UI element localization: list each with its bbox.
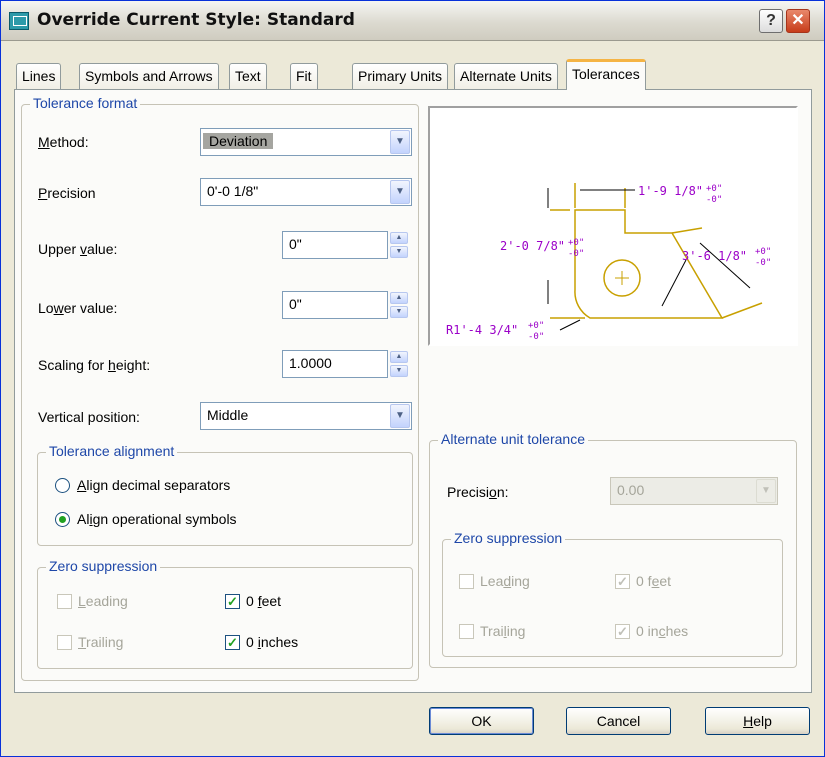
scaling-input[interactable]: 1.0000 [282,350,388,378]
dimension-label-1: 1'-9 1/8" [638,184,703,198]
tolerance-minus: -0" [755,258,771,268]
alt-trailing-checkbox[interactable] [459,624,474,639]
lower-value-input[interactable]: 0" [282,291,388,319]
tab-text[interactable]: Text [229,63,267,89]
tab-tolerances[interactable]: Tolerances [566,59,646,90]
dimension-label-3: 3'-6 1/8" [682,249,747,263]
vertical-position-label: Vertical position: [38,409,140,425]
help-icon[interactable]: ? [759,9,783,33]
precision-select[interactable]: 0'-0 1/8" ▼ [200,178,412,206]
cancel-button[interactable]: Cancel [566,707,671,735]
group-title: Tolerance format [30,95,141,111]
spin-up-icon[interactable]: ▲ [390,351,408,363]
tolerance-minus: -0" [528,332,544,342]
tolerance-plus: +0" [568,238,584,248]
dimension-label-2: 2'-0 7/8" [500,239,565,253]
group-title: Zero suppression [451,530,566,546]
group-title: Zero suppression [46,558,161,574]
tolerance-plus: +0" [706,184,722,194]
dimension-label-4: R1'-4 3/4" [446,323,518,337]
tab-lines[interactable]: Lines [16,63,62,89]
dimension-preview: 1'-9 1/8" +0" -0" 2'-0 7/8" +0" -0" 3'-6… [428,106,798,346]
lower-value-label: Lower value: [38,300,118,316]
feet-checkbox[interactable]: ✓ [225,594,240,609]
tolerance-minus: -0" [568,249,584,259]
window-title: Override Current Style: Standard [37,10,355,30]
group-title: Alternate unit tolerance [438,431,588,447]
app-icon [9,12,29,30]
chevron-down-icon[interactable]: ▼ [390,404,410,428]
tab-fit[interactable]: Fit [290,63,318,89]
tab-alternate-units[interactable]: Alternate Units [454,63,558,89]
feet-label[interactable]: 0 feet [246,593,281,609]
alt-precision-select[interactable]: 0.00 ▼ [610,477,778,505]
chevron-down-icon[interactable]: ▼ [756,479,776,503]
title-bar[interactable]: Override Current Style: Standard ? ✕ [1,1,824,41]
chevron-down-icon[interactable]: ▼ [390,180,410,204]
alt-inches-label: 0 inches [636,623,689,639]
vertical-position-value: Middle [207,407,249,423]
method-label: Method: [38,134,89,150]
inches-label[interactable]: 0 inches [246,634,298,650]
close-icon[interactable]: ✕ [786,9,810,33]
alt-zero-suppression-group: Zero suppression [442,530,783,657]
trailing-checkbox[interactable] [57,635,72,650]
alt-precision-label: Precision: [447,484,509,500]
chevron-down-icon[interactable]: ▼ [390,130,410,154]
precision-value: 0'-0 1/8" [207,183,259,199]
alt-precision-value: 0.00 [617,482,645,498]
override-style-dialog: Override Current Style: Standard ? ✕ Lin… [0,0,825,757]
ok-button[interactable]: OK [429,707,534,735]
precision-label: Precision [38,185,96,201]
spin-down-icon[interactable]: ▼ [390,365,408,377]
method-value: Deviation [203,133,274,149]
group-title: Tolerance alignment [46,443,178,459]
spin-up-icon[interactable]: ▲ [390,292,408,304]
leading-label: Leading [78,593,128,609]
spin-up-icon[interactable]: ▲ [390,232,408,244]
tolerance-minus: -0" [706,195,722,205]
method-select[interactable]: Deviation ▼ [200,128,412,156]
inches-checkbox[interactable]: ✓ [225,635,240,650]
leading-checkbox[interactable] [57,594,72,609]
zero-suppression-group: Zero suppression [37,558,413,669]
alt-inches-checkbox[interactable]: ✓ [615,624,630,639]
tab-primary-units[interactable]: Primary Units [352,63,449,89]
tolerance-alignment-group: Tolerance alignment [37,443,413,546]
alt-feet-checkbox[interactable]: ✓ [615,574,630,589]
scaling-label: Scaling for height: [38,357,151,373]
spin-down-icon[interactable]: ▼ [390,306,408,318]
preview-drawing: 1'-9 1/8" +0" -0" 2'-0 7/8" +0" -0" 3'-6… [446,183,771,342]
tolerance-plus: +0" [528,321,544,331]
trailing-label: Trailing [78,634,124,650]
tolerance-plus: +0" [755,247,771,257]
alt-leading-label: Leading [480,573,530,589]
upper-value-input[interactable]: 0" [282,231,388,259]
align-decimal-radio[interactable] [55,478,70,493]
extension-line [671,227,703,234]
help-button[interactable]: Help [705,707,810,735]
alt-trailing-label: Trailing [480,623,526,639]
part-outline [574,209,724,319]
alt-feet-label: 0 feet [636,573,672,589]
spin-down-icon[interactable]: ▼ [390,246,408,258]
alt-leading-checkbox[interactable] [459,574,474,589]
align-decimal-label[interactable]: Align decimal separators [77,477,230,493]
align-operational-label[interactable]: Align operational symbols [77,511,237,527]
tab-symbols-and-arrows[interactable]: Symbols and Arrows [79,63,219,89]
extension-line [721,302,763,319]
vertical-position-select[interactable]: Middle ▼ [200,402,412,430]
align-operational-radio[interactable] [55,512,70,527]
upper-value-label: Upper value: [38,241,118,257]
